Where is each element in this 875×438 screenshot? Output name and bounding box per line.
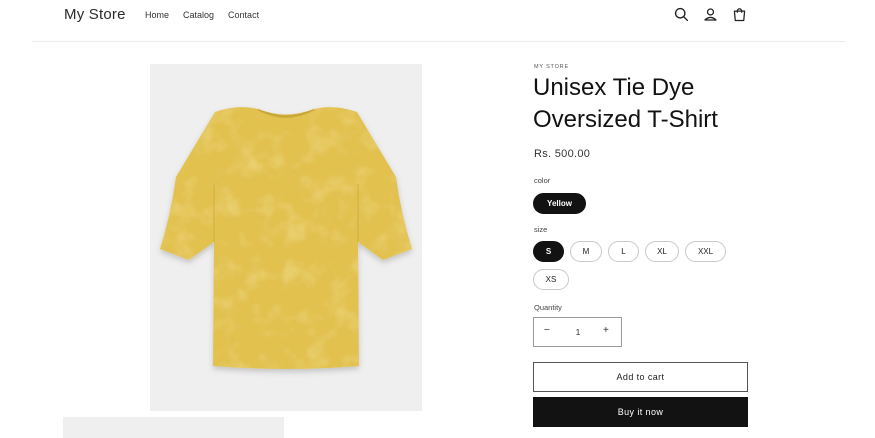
quantity-input[interactable]: 1 <box>574 327 582 337</box>
nav-home[interactable]: Home <box>145 10 169 20</box>
size-option-xl[interactable]: XL <box>645 241 679 262</box>
size-option-xs[interactable]: XS <box>533 269 569 290</box>
quantity-label: Quantity <box>534 303 562 312</box>
product-thumbnail[interactable] <box>63 417 284 438</box>
color-option-yellow[interactable]: Yellow <box>533 193 586 214</box>
header-divider <box>32 41 846 42</box>
size-label: size <box>534 225 548 234</box>
product-title: Unisex Tie Dye Oversized T-Shirt <box>533 72 793 136</box>
store-logo[interactable]: My Store <box>64 6 126 23</box>
quantity-decrease-button[interactable]: − <box>544 325 550 336</box>
product-title-line1: Unisex Tie Dye <box>533 74 695 101</box>
site-header: My Store Home Catalog Contact <box>0 0 875 42</box>
size-option-xxl[interactable]: XXL <box>685 241 726 262</box>
size-option-s[interactable]: S <box>533 241 564 262</box>
nav-catalog[interactable]: Catalog <box>183 10 214 20</box>
header-icons <box>673 6 748 23</box>
quantity-increase-button[interactable]: + <box>603 325 609 336</box>
account-icon[interactable] <box>702 6 719 23</box>
search-icon[interactable] <box>673 6 690 23</box>
product-vendor: MY STORE <box>534 64 569 70</box>
main-nav: Home Catalog Contact <box>145 10 259 20</box>
product-image[interactable] <box>150 64 422 411</box>
size-option-m[interactable]: M <box>570 241 602 262</box>
nav-contact[interactable]: Contact <box>228 10 259 20</box>
buy-it-now-button[interactable]: Buy it now <box>533 397 748 427</box>
product-title-line2: Oversized T-Shirt <box>533 106 718 133</box>
quantity-stepper: − 1 + <box>533 317 622 347</box>
add-to-cart-button[interactable]: Add to cart <box>533 362 748 392</box>
product-price: Rs. 500.00 <box>534 148 591 160</box>
cart-icon[interactable] <box>731 6 748 23</box>
size-option-l[interactable]: L <box>608 241 639 262</box>
color-label: color <box>534 176 551 185</box>
t-shirt-image <box>160 107 412 370</box>
